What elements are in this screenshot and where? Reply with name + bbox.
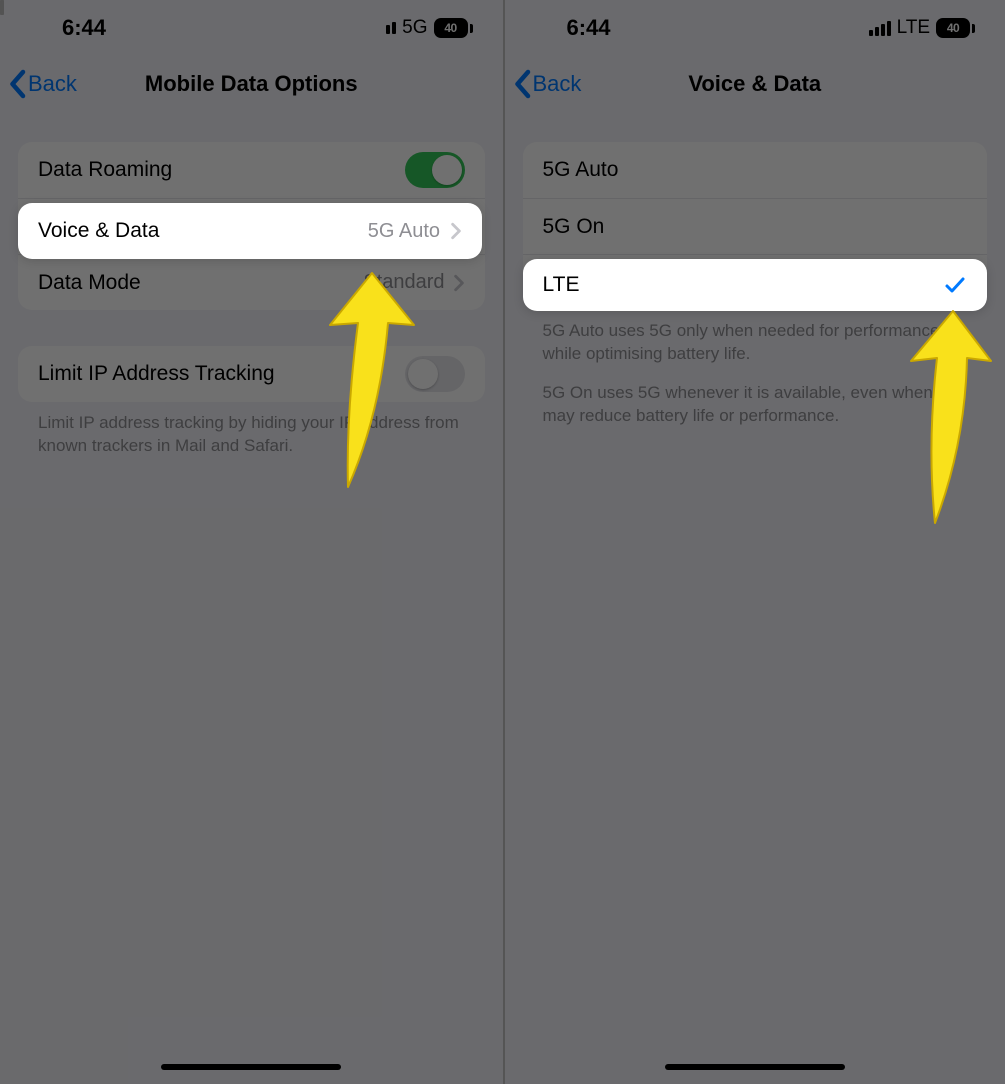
highlight-voice-data[interactable]: Voice & Data 5G Auto bbox=[18, 203, 482, 259]
nav-bar: Back Voice & Data bbox=[505, 56, 1005, 112]
signal-icon bbox=[869, 21, 891, 36]
phone-left: 6:44 5G 40 Back Mobile Data Options Data… bbox=[0, 0, 503, 1084]
highlight-lte[interactable]: LTE bbox=[523, 259, 987, 311]
back-button[interactable]: Back bbox=[6, 69, 77, 99]
row-label: Data Mode bbox=[38, 271, 363, 295]
chevron-left-icon bbox=[6, 69, 28, 99]
nav-bar: Back Mobile Data Options bbox=[0, 56, 503, 112]
chevron-right-icon bbox=[453, 274, 465, 292]
option-5g-auto[interactable]: 5G Auto bbox=[523, 142, 988, 198]
back-label: Back bbox=[533, 71, 582, 97]
network-label: 5G bbox=[402, 17, 427, 39]
footer-text-1: 5G Auto uses 5G only when needed for per… bbox=[543, 320, 968, 366]
battery-icon: 40 bbox=[936, 18, 975, 38]
home-indicator[interactable] bbox=[161, 1064, 341, 1070]
option-5g-on[interactable]: 5G On bbox=[523, 198, 988, 254]
footer-text-2: 5G On uses 5G whenever it is available, … bbox=[543, 382, 968, 428]
chevron-right-icon bbox=[450, 222, 462, 240]
battery-icon: 40 bbox=[434, 18, 473, 38]
option-label: 5G Auto bbox=[543, 158, 968, 182]
row-value: 5G Auto bbox=[368, 220, 440, 243]
page-title: Voice & Data bbox=[688, 71, 821, 97]
row-label: Voice & Data bbox=[38, 219, 368, 243]
checkmark-icon bbox=[943, 273, 967, 297]
status-bar: 6:44 5G 40 bbox=[0, 0, 503, 56]
chevron-left-icon bbox=[511, 69, 533, 99]
option-label: LTE bbox=[543, 273, 943, 297]
phone-right: 6:44 LTE 40 Back Voice & Data 5G Auto 5G… bbox=[503, 0, 1005, 1084]
back-label: Back bbox=[28, 71, 77, 97]
home-indicator[interactable] bbox=[665, 1064, 845, 1070]
network-label: LTE bbox=[897, 17, 930, 39]
toggle-data-roaming[interactable] bbox=[405, 152, 465, 188]
signal-icon bbox=[386, 22, 396, 34]
annotation-arrow bbox=[905, 305, 995, 530]
back-button[interactable]: Back bbox=[511, 69, 582, 99]
row-data-roaming[interactable]: Data Roaming bbox=[18, 142, 485, 198]
option-label: 5G On bbox=[543, 215, 968, 239]
page-title: Mobile Data Options bbox=[145, 71, 358, 97]
status-bar: 6:44 LTE 40 bbox=[505, 0, 1005, 56]
status-time: 6:44 bbox=[62, 15, 106, 41]
annotation-arrow bbox=[322, 265, 422, 495]
status-time: 6:44 bbox=[567, 15, 611, 41]
row-label: Data Roaming bbox=[38, 158, 405, 182]
